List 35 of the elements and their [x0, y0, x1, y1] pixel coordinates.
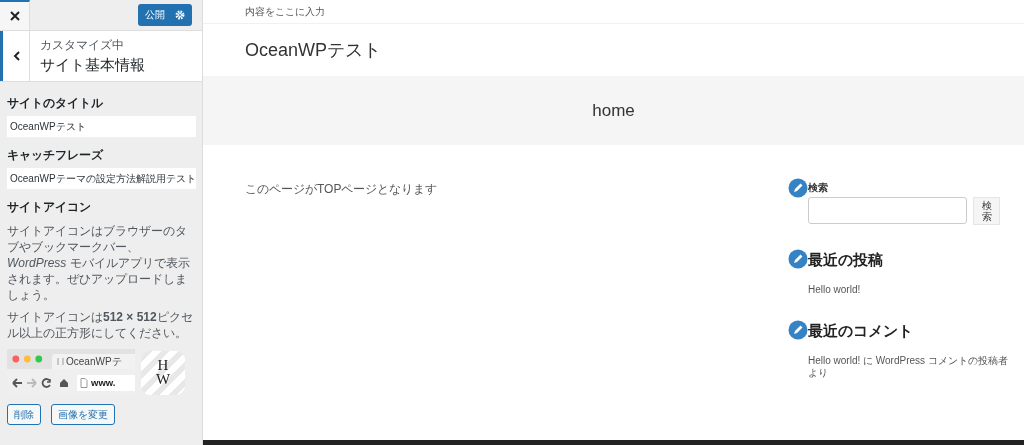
pencil-icon[interactable]	[788, 178, 808, 198]
site-title[interactable]: OceanWPテスト	[245, 38, 382, 62]
search-label: 検索	[808, 181, 829, 195]
section-title: サイト基本情報	[40, 56, 145, 75]
back-button[interactable]	[0, 31, 30, 81]
widget-link[interactable]: Hello world! に WordPress コメントの投稿者より	[808, 355, 1013, 379]
settings-icon	[175, 10, 185, 20]
section-label: サイトアイコン	[7, 200, 92, 215]
chevron-left-icon	[12, 51, 20, 61]
widget-title: 最近の投稿	[808, 251, 884, 270]
description-text: サイトアイコンは512 × 512ピクセル以上の正方形にしてください。	[7, 309, 194, 341]
page-title: home	[592, 100, 635, 121]
close-button[interactable]	[0, 0, 30, 30]
search-button[interactable]: 検索	[973, 197, 1000, 225]
input-field[interactable]: OceanWPテスト	[7, 116, 196, 137]
search-field[interactable]	[808, 197, 967, 224]
pencil-icon[interactable]	[788, 249, 808, 269]
input-field[interactable]: OceanWPテーマの設定方法解説用テスト	[7, 168, 196, 189]
action-button[interactable]: 削除	[7, 404, 41, 425]
pencil-icon[interactable]	[788, 320, 808, 340]
address-bar: www.	[77, 374, 135, 391]
widget-link[interactable]: Hello world!	[808, 284, 1013, 296]
publish-button[interactable]: 公開	[138, 4, 192, 26]
site-icon-letters: HW	[155, 359, 171, 386]
field-label: サイトのタイトル	[7, 96, 104, 111]
site-tagline: 内容をここに入力	[245, 4, 325, 19]
page-icon	[80, 377, 88, 388]
field-label: キャッチフレーズ	[7, 148, 105, 163]
tab-title: OceanWPテ	[66, 354, 122, 369]
breadcrumb: カスタマイズ中	[40, 37, 125, 54]
widget-title: 最近のコメント	[808, 322, 914, 341]
body-text: このページがTOPページとなります	[245, 182, 438, 196]
close-icon	[9, 11, 20, 21]
action-button[interactable]: 画像を変更	[51, 404, 115, 425]
description-text: サイトアイコンはブラウザーのタブやブックマークバー、WordPress モバイルアプリで表示されます。ぜひアップロードしましょう。	[7, 223, 191, 303]
